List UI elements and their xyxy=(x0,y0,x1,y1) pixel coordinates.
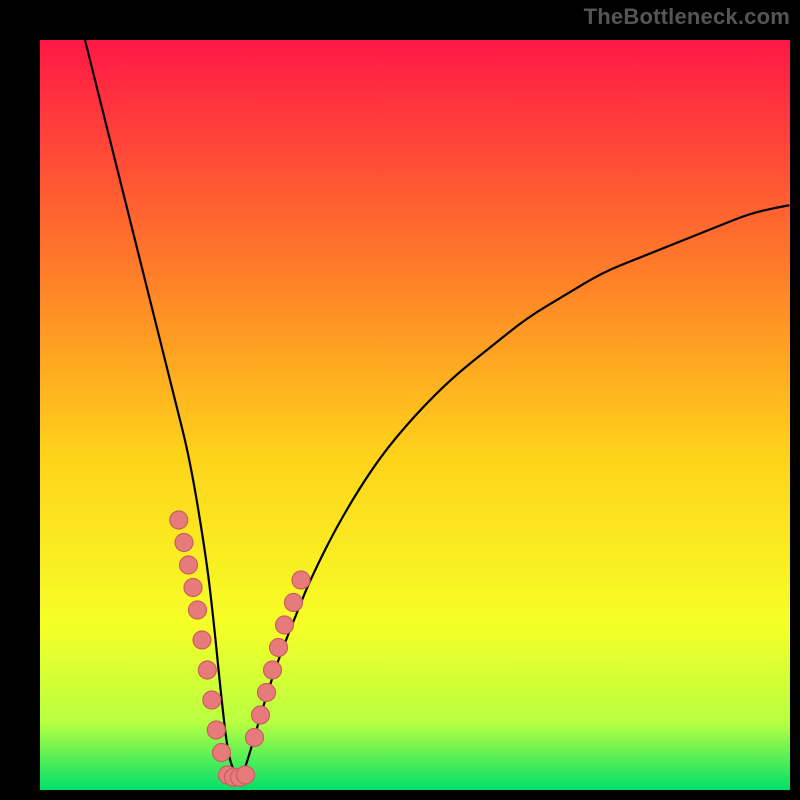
sample-dot xyxy=(207,721,225,739)
sample-dot xyxy=(213,744,231,762)
sample-dot xyxy=(170,511,188,529)
sample-dot xyxy=(237,766,255,784)
watermark-text: TheBottleneck.com xyxy=(584,4,790,30)
sample-dot xyxy=(258,684,276,702)
bottleneck-plot xyxy=(40,40,790,790)
sample-dot xyxy=(292,571,310,589)
sample-dot xyxy=(184,579,202,597)
sample-dot xyxy=(180,556,198,574)
sample-dot xyxy=(285,594,303,612)
sample-dot xyxy=(276,616,294,634)
sample-dot xyxy=(189,601,207,619)
sample-dot xyxy=(193,631,211,649)
sample-dot xyxy=(270,639,288,657)
sample-dot xyxy=(264,661,282,679)
sample-dot xyxy=(203,691,221,709)
sample-dot xyxy=(175,534,193,552)
sample-dot xyxy=(198,661,216,679)
sample-dot xyxy=(246,729,264,747)
sample-dot xyxy=(252,706,270,724)
chart-frame: TheBottleneck.com xyxy=(0,0,800,800)
